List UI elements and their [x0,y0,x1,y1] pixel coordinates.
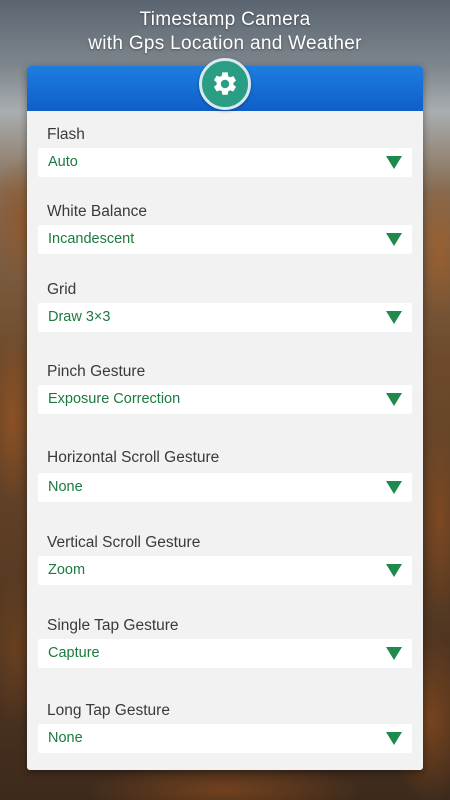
setting-label: Long Tap Gesture [47,702,170,719]
chevron-down-icon [386,647,402,660]
chevron-down-icon [386,481,402,494]
app-title: Timestamp Camera with Gps Location and W… [0,8,450,56]
settings-panel: Flash Auto White Balance Incandescent Gr… [27,66,423,770]
chevron-down-icon [386,564,402,577]
chevron-down-icon [386,311,402,324]
gear-icon [214,72,236,95]
flash-dropdown[interactable]: Auto [38,148,412,177]
white-balance-dropdown[interactable]: Incandescent [38,225,412,254]
setting-label: Horizontal Scroll Gesture [47,449,220,466]
pinch-gesture-dropdown[interactable]: Exposure Correction [38,385,412,414]
settings-badge [199,58,251,110]
setting-label: White Balance [47,203,147,220]
long-tap-gesture-dropdown[interactable]: None [38,724,412,753]
vertical-scroll-gesture-dropdown[interactable]: Zoom [38,556,412,585]
horizontal-scroll-gesture-dropdown[interactable]: None [38,473,412,502]
dropdown-value: None [48,479,83,495]
setting-label: Single Tap Gesture [47,617,179,634]
dropdown-value: None [48,730,83,746]
dropdown-value: Incandescent [48,231,135,247]
app-title-line2: with Gps Location and Weather [88,33,362,54]
setting-label: Flash [47,126,85,143]
setting-label: Pinch Gesture [47,363,146,380]
dropdown-value: Capture [48,645,100,661]
dropdown-value: Exposure Correction [48,391,181,407]
setting-label: Vertical Scroll Gesture [47,534,201,551]
grid-dropdown[interactable]: Draw 3×3 [38,303,412,332]
chevron-down-icon [386,393,402,406]
single-tap-gesture-dropdown[interactable]: Capture [38,639,412,668]
setting-label: Grid [47,281,77,298]
chevron-down-icon [386,156,402,169]
dropdown-value: Draw 3×3 [48,309,111,325]
app-title-line1: Timestamp Camera [139,9,311,30]
dropdown-value: Auto [48,154,78,170]
chevron-down-icon [386,233,402,246]
dropdown-value: Zoom [48,562,86,578]
chevron-down-icon [386,732,402,745]
